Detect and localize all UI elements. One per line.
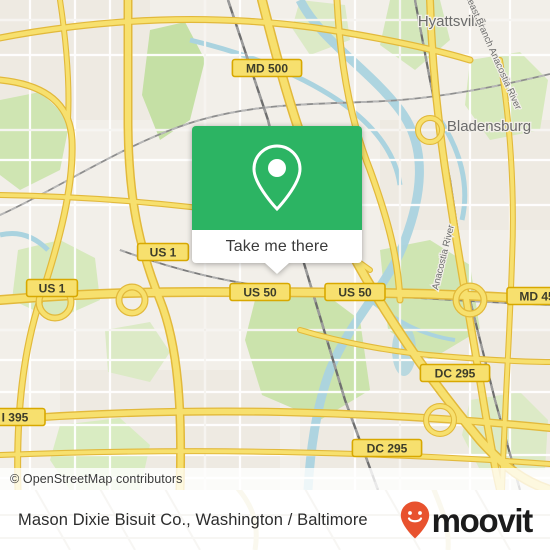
road-shield-label: MD 45 [519, 289, 550, 303]
road-shield-label: DC 295 [435, 366, 476, 380]
road-shield-label: I 395 [2, 410, 29, 424]
road-shield: I 395 [0, 407, 46, 427]
road-shield: MD 45 [506, 286, 550, 306]
osm-attribution-bar: © OpenStreetMap contributors [0, 468, 550, 490]
road-shield: DC 295 [351, 438, 423, 458]
location-callout-card[interactable]: Take me there [192, 126, 362, 274]
callout-footer[interactable]: Take me there [192, 230, 362, 274]
map-pin-icon [252, 144, 302, 212]
road-shield: US 50 [229, 282, 291, 302]
road-shield: US 50 [324, 282, 386, 302]
map-label: Bladensburg [447, 118, 531, 135]
road-shield-label: US 1 [150, 245, 177, 259]
road-shield: DC 295 [419, 363, 491, 383]
road-shield-label: US 50 [338, 285, 372, 299]
road-shield-label: DC 295 [367, 441, 408, 455]
callout-header [192, 126, 362, 230]
osm-attribution-text[interactable]: © OpenStreetMap contributors [0, 472, 183, 486]
callout-pointer-tail [265, 263, 289, 274]
take-me-there-label: Take me there [225, 237, 329, 255]
result-title: Mason Dixie Bisuit Co., Washington / Bal… [18, 510, 368, 529]
road-shield: US 1 [136, 242, 190, 262]
map-result-screenshot: Hyattsville Bladensburg Northeast Branch A… [0, 0, 550, 550]
page-footer: Mason Dixie Bisuit Co., Washington / Bal… [0, 490, 550, 550]
road-shield-label: US 50 [243, 285, 277, 299]
road-shield-label: US 1 [39, 281, 66, 295]
moovit-logo[interactable]: moovit [400, 501, 534, 539]
road-shield: US 1 [25, 278, 79, 298]
moovit-wordmark: moovit [431, 501, 534, 539]
moovit-smiley-pin-icon [400, 501, 429, 539]
road-shield: MD 500 [231, 58, 303, 78]
road-shield-label: MD 500 [246, 61, 288, 75]
